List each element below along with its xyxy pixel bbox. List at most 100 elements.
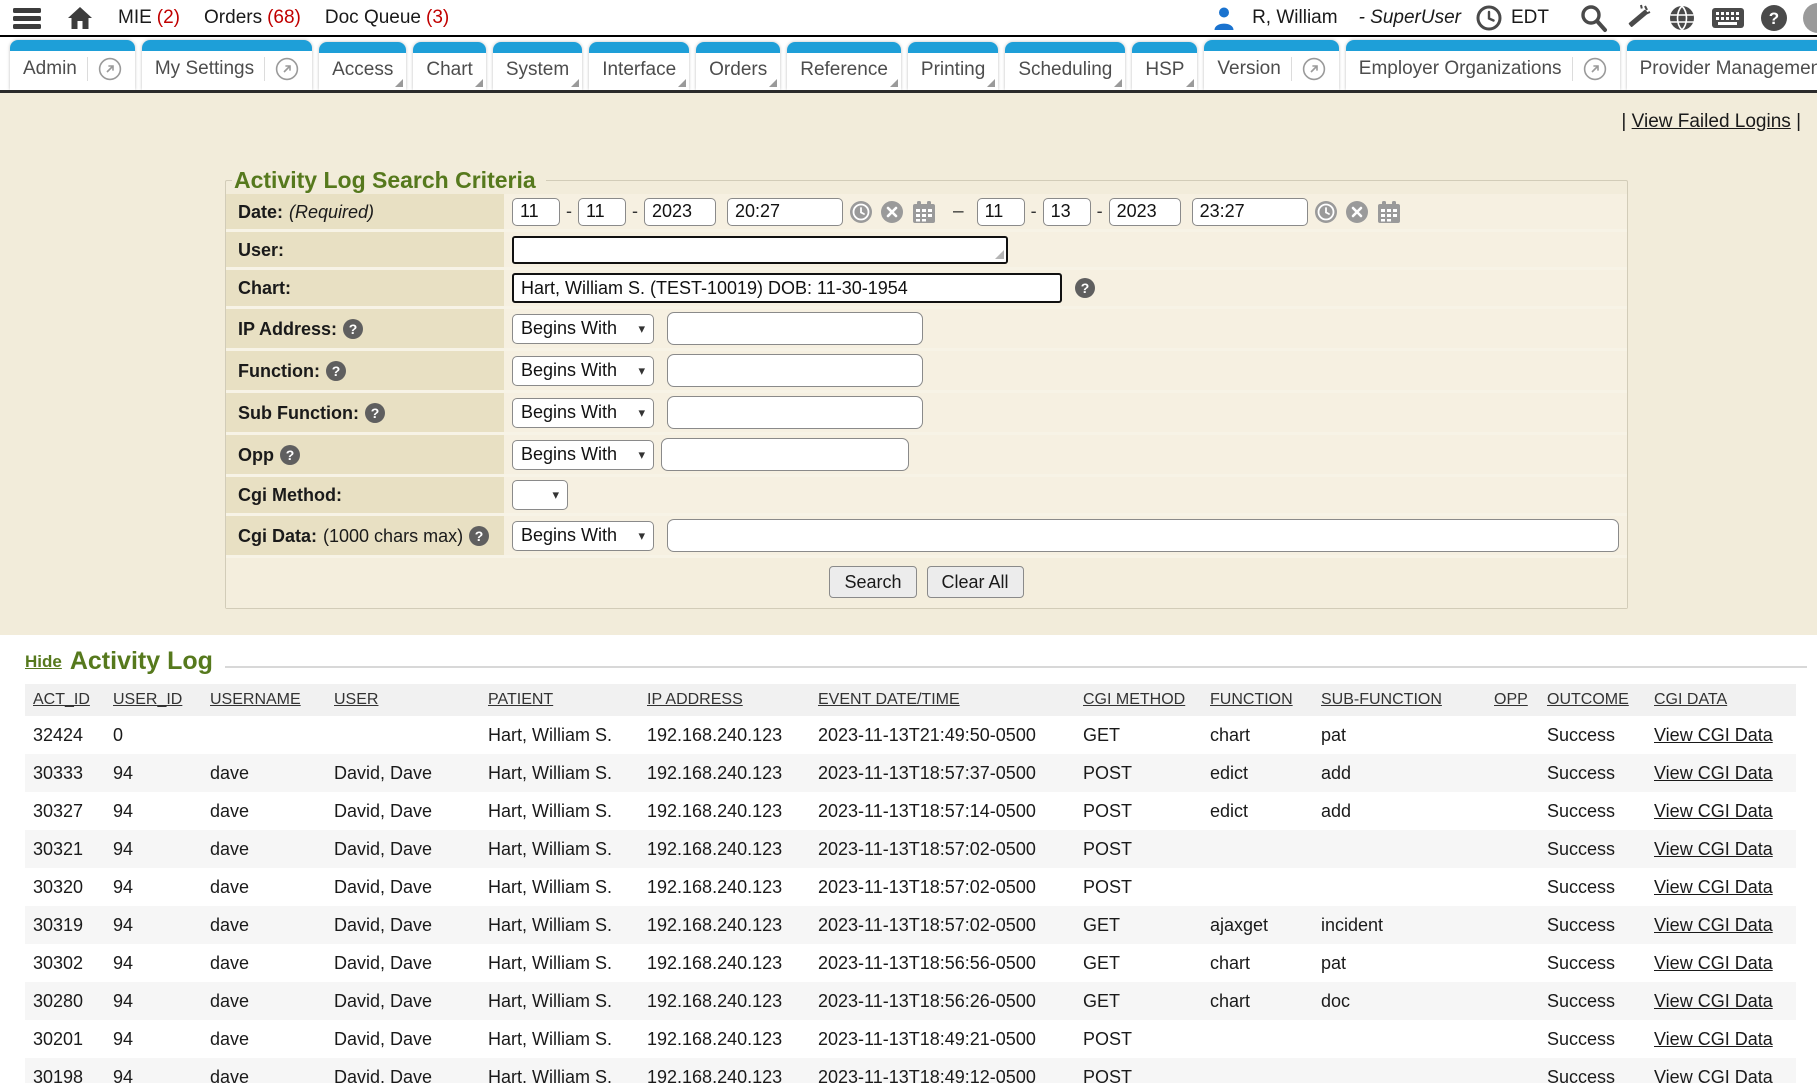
date-from-day-input[interactable] (578, 198, 626, 226)
date-to-month-input[interactable] (977, 198, 1025, 226)
clear-date-icon[interactable] (880, 200, 904, 224)
column-header-opp[interactable]: OPP (1486, 684, 1539, 716)
column-header-act-id[interactable]: ACT_ID (25, 684, 105, 716)
tab-system[interactable]: System (493, 42, 582, 90)
view-cgi-data-link[interactable]: View CGI Data (1654, 915, 1773, 935)
globe-icon[interactable] (1668, 4, 1696, 32)
tab-printing[interactable]: Printing (908, 42, 998, 90)
chart-search-input[interactable] (512, 273, 1062, 303)
user-name[interactable]: R, William (1252, 7, 1338, 29)
column-header-sub-function[interactable]: SUB-FUNCTION (1313, 684, 1486, 716)
column-header-cgi-data[interactable]: CGI DATA (1646, 684, 1796, 716)
opp-input[interactable] (661, 438, 909, 471)
column-sort-link[interactable]: ACT_ID (33, 691, 90, 708)
view-cgi-data-link[interactable]: View CGI Data (1654, 877, 1773, 897)
column-header-function[interactable]: FUNCTION (1202, 684, 1313, 716)
hide-log-link[interactable]: Hide (25, 652, 62, 672)
sub-function-help-icon[interactable]: ? (365, 403, 385, 423)
column-header-patient[interactable]: PATIENT (480, 684, 639, 716)
tab-access[interactable]: Access (319, 42, 406, 90)
date-from-month-input[interactable] (512, 198, 560, 226)
column-sort-link[interactable]: SUB-FUNCTION (1321, 691, 1442, 708)
column-header-ip-address[interactable]: IP ADDRESS (639, 684, 810, 716)
keyboard-icon[interactable] (1711, 6, 1745, 30)
column-sort-link[interactable]: CGI DATA (1654, 691, 1727, 708)
user-avatar-icon[interactable] (1211, 5, 1237, 31)
view-failed-logins-link[interactable]: View Failed Logins (1632, 111, 1791, 132)
column-sort-link[interactable]: EVENT DATE/TIME (818, 691, 960, 708)
column-header-outcome[interactable]: OUTCOME (1539, 684, 1646, 716)
time-to-input[interactable] (1192, 198, 1308, 226)
cgi-data-help-icon[interactable]: ? (469, 526, 489, 546)
clear-date-icon[interactable] (1345, 200, 1369, 224)
tab-scheduling[interactable]: Scheduling (1005, 42, 1125, 90)
home-icon[interactable] (66, 5, 94, 31)
column-header-username[interactable]: USERNAME (202, 684, 326, 716)
column-sort-link[interactable]: PATIENT (488, 691, 553, 708)
nav-mie[interactable]: MIE (2) (118, 7, 180, 29)
column-header-cgi-method[interactable]: CGI METHOD (1075, 684, 1202, 716)
date-from-year-input[interactable] (644, 198, 716, 226)
column-sort-link[interactable]: OUTCOME (1547, 691, 1629, 708)
help-icon[interactable]: ? (1760, 4, 1788, 32)
user-search-input[interactable] (512, 236, 1008, 264)
view-cgi-data-link[interactable]: View CGI Data (1654, 1067, 1773, 1083)
tab-my-settings[interactable]: My Settings (142, 40, 312, 90)
nav-orders[interactable]: Orders (68) (204, 7, 301, 29)
tab-provider-management[interactable]: Provider Management (1627, 40, 1817, 90)
tab-version[interactable]: Version (1204, 40, 1338, 90)
sub-function-match-select[interactable]: Begins With▾ (512, 398, 654, 428)
function-help-icon[interactable]: ? (326, 361, 346, 381)
clock-icon[interactable] (1476, 5, 1502, 31)
calendar-icon[interactable] (911, 200, 937, 224)
calendar-icon[interactable] (1376, 200, 1402, 224)
tab-employer-organizations[interactable]: Employer Organizations (1346, 40, 1620, 90)
sub-function-input[interactable] (667, 396, 923, 429)
cgi-data-match-select[interactable]: Begins With▾ (512, 521, 654, 551)
view-cgi-data-link[interactable]: View CGI Data (1654, 801, 1773, 821)
view-cgi-data-link[interactable]: View CGI Data (1654, 839, 1773, 859)
view-cgi-data-link[interactable]: View CGI Data (1654, 725, 1773, 745)
view-cgi-data-link[interactable]: View CGI Data (1654, 991, 1773, 1011)
column-sort-link[interactable]: USERNAME (210, 691, 301, 708)
tab-hsp[interactable]: HSP (1132, 42, 1197, 90)
time-picker-icon[interactable] (1314, 200, 1338, 224)
wand-icon[interactable] (1623, 3, 1653, 33)
clear-all-button[interactable]: Clear All (927, 566, 1024, 598)
opp-help-icon[interactable]: ? (280, 445, 300, 465)
cgi-data-input[interactable] (667, 519, 1619, 552)
column-sort-link[interactable]: IP ADDRESS (647, 691, 743, 708)
chart-help-icon[interactable]: ? (1075, 278, 1095, 298)
column-sort-link[interactable]: OPP (1494, 691, 1528, 708)
column-sort-link[interactable]: CGI METHOD (1083, 691, 1185, 708)
column-header-user[interactable]: USER (326, 684, 480, 716)
date-to-year-input[interactable] (1109, 198, 1181, 226)
tab-admin[interactable]: Admin (10, 40, 135, 90)
hamburger-menu-icon[interactable] (12, 6, 42, 30)
ip-match-select[interactable]: Begins With▾ (512, 314, 654, 344)
column-header-event-date-time[interactable]: EVENT DATE/TIME (810, 684, 1075, 716)
search-icon[interactable] (1578, 3, 1608, 33)
view-cgi-data-link[interactable]: View CGI Data (1654, 1029, 1773, 1049)
column-sort-link[interactable]: FUNCTION (1210, 691, 1293, 708)
view-cgi-data-link[interactable]: View CGI Data (1654, 953, 1773, 973)
cgi-method-select[interactable]: ▾ (512, 480, 568, 510)
time-picker-icon[interactable] (849, 200, 873, 224)
tab-interface[interactable]: Interface (589, 42, 689, 90)
function-match-select[interactable]: Begins With▾ (512, 356, 654, 386)
view-cgi-data-link[interactable]: View CGI Data (1654, 763, 1773, 783)
column-sort-link[interactable]: USER_ID (113, 691, 182, 708)
date-to-day-input[interactable] (1043, 198, 1091, 226)
collapsed-edge-icon[interactable] (1803, 3, 1817, 33)
column-sort-link[interactable]: USER (334, 691, 378, 708)
tab-chart[interactable]: Chart (413, 42, 485, 90)
opp-match-select[interactable]: Begins With▾ (512, 440, 654, 470)
search-button[interactable]: Search (829, 566, 916, 598)
ip-help-icon[interactable]: ? (343, 319, 363, 339)
time-from-input[interactable] (727, 198, 843, 226)
column-header-user-id[interactable]: USER_ID (105, 684, 202, 716)
tab-reference[interactable]: Reference (787, 42, 901, 90)
function-input[interactable] (667, 354, 923, 387)
ip-address-input[interactable] (667, 312, 923, 345)
tab-orders[interactable]: Orders (696, 42, 780, 90)
